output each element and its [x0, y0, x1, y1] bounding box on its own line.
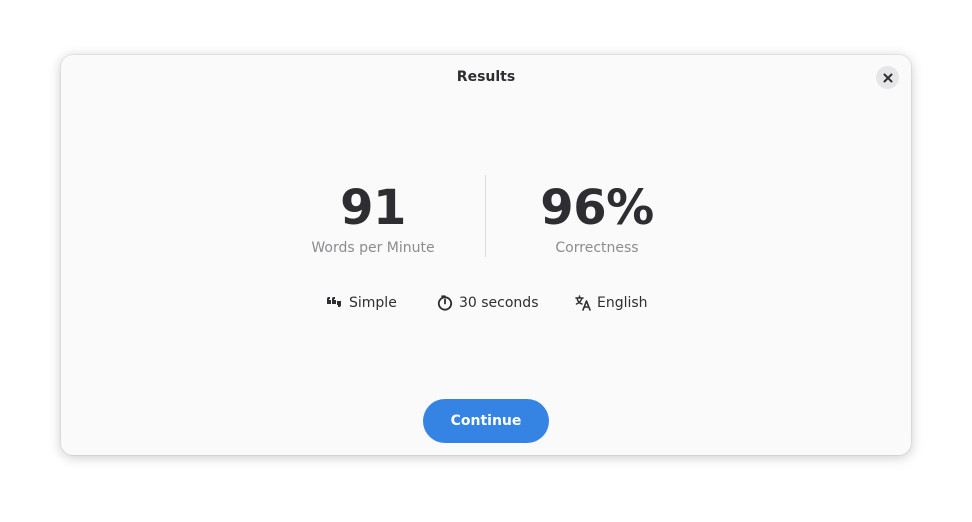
- quote-icon: [327, 297, 341, 307]
- stats-divider: [485, 175, 486, 257]
- language-info: English: [575, 293, 648, 313]
- dialog-title: Results: [456, 69, 516, 85]
- wpm-label: Words per Minute: [311, 240, 435, 256]
- language-icon: [575, 295, 591, 311]
- accuracy-value: 96%: [540, 180, 654, 236]
- stats-row: 91 Words per Minute 96% Correctness: [61, 175, 911, 257]
- wpm-value: 91: [340, 180, 406, 236]
- close-button[interactable]: [876, 66, 899, 89]
- accuracy-stat: 96% Correctness: [497, 175, 697, 255]
- duration-label: 30 seconds: [459, 295, 539, 311]
- text-type-info: Simple: [326, 293, 397, 313]
- duration-info: 30 seconds: [437, 293, 539, 313]
- timer-icon: [437, 295, 453, 311]
- close-icon: [883, 73, 892, 82]
- wpm-stat: 91 Words per Minute: [273, 175, 473, 255]
- language-label: English: [597, 295, 648, 311]
- text-type-label: Simple: [349, 295, 397, 311]
- accuracy-label: Correctness: [555, 240, 639, 256]
- results-dialog: Results 91 Words per Minute 96% Correctn…: [61, 55, 911, 455]
- continue-button[interactable]: Continue: [423, 399, 549, 443]
